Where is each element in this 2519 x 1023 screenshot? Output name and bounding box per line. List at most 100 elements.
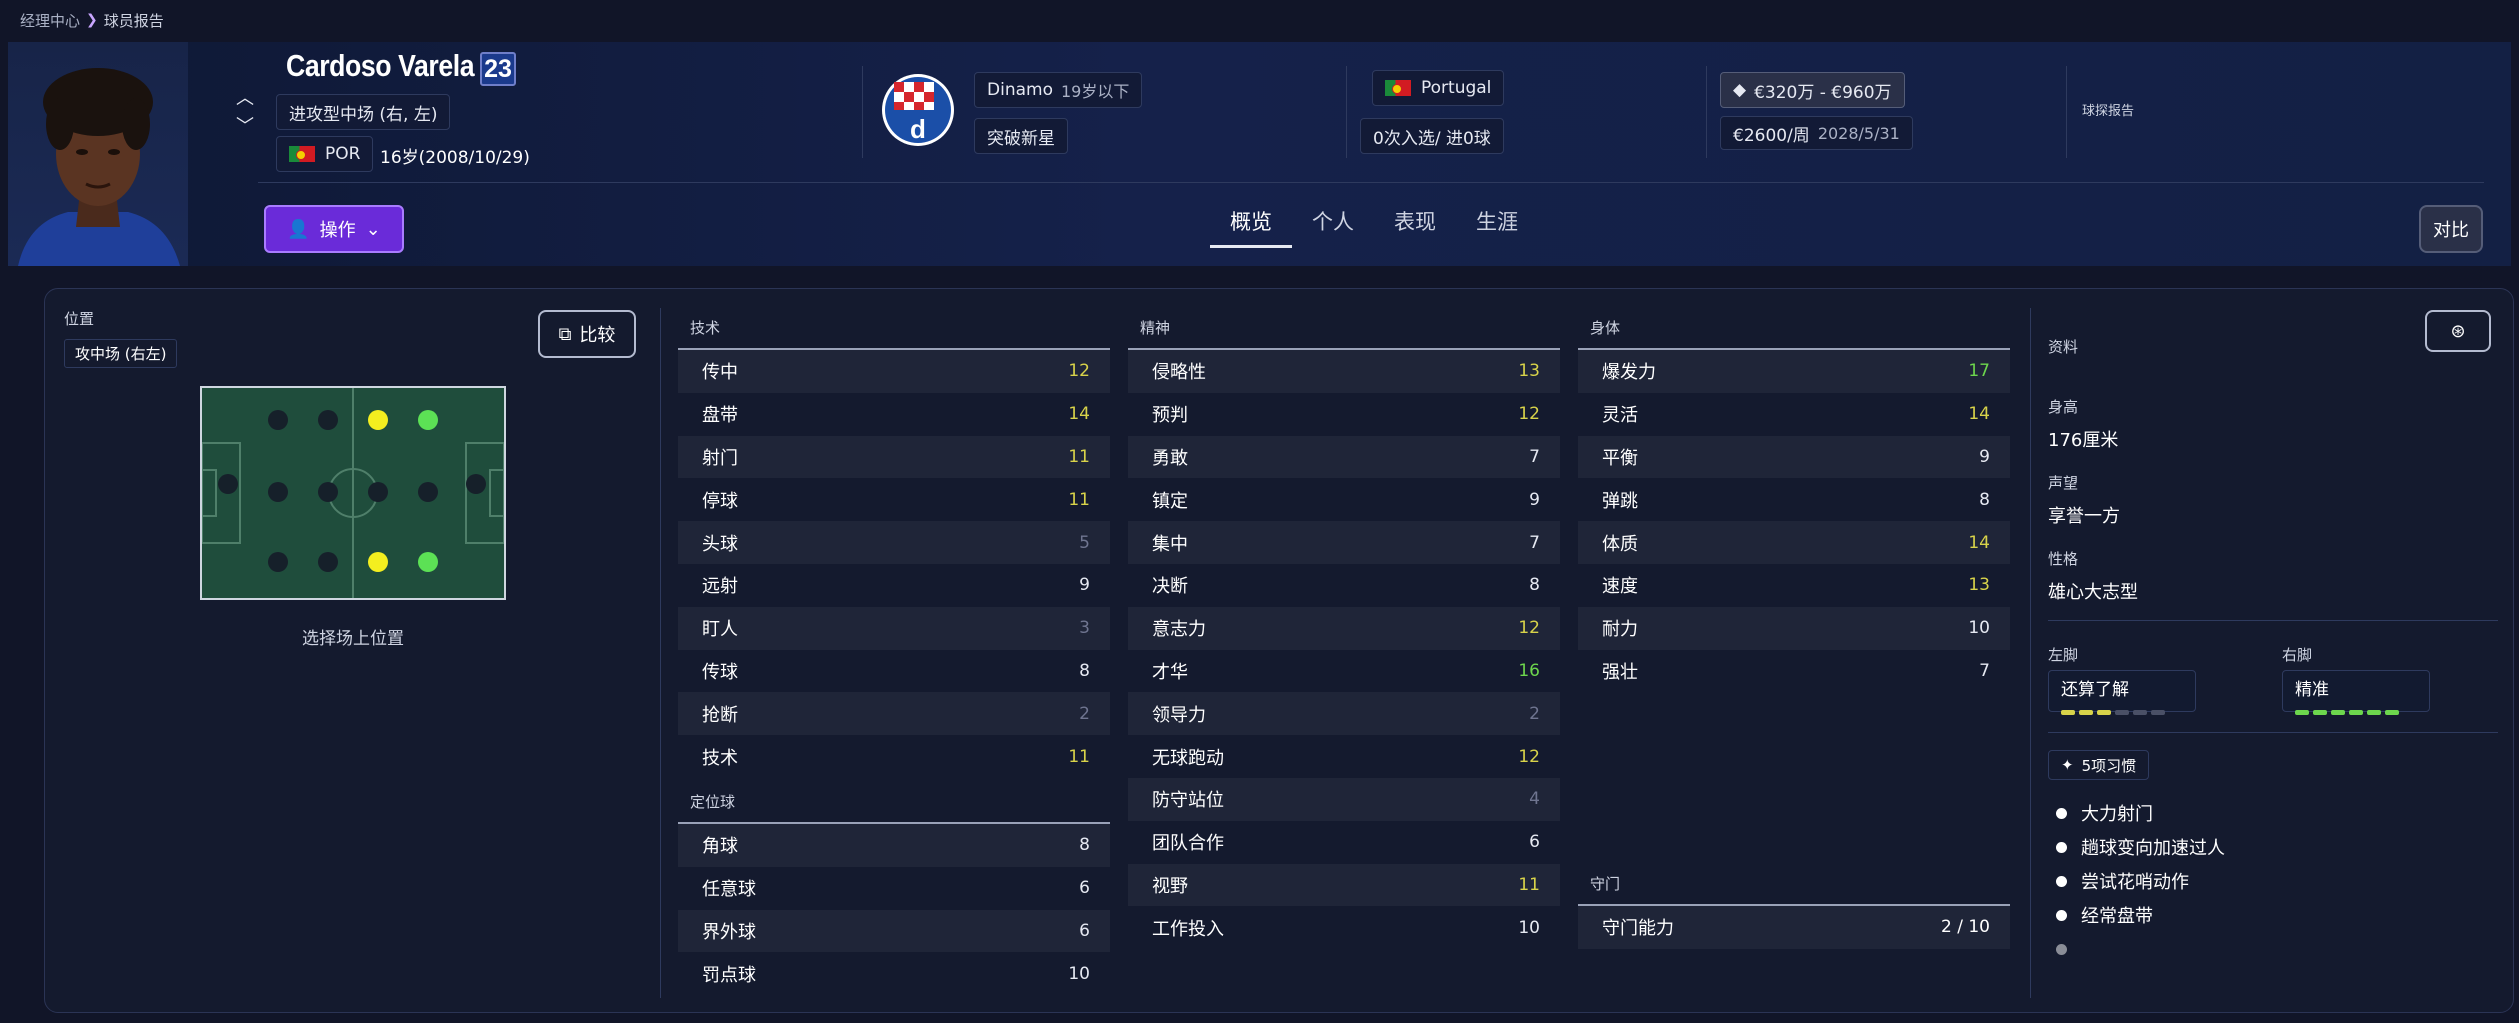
position-text: 进攻型中场 (右, 左) bbox=[289, 104, 438, 125]
attribute-value: 13 bbox=[1518, 361, 1540, 382]
pitch-slot[interactable] bbox=[466, 474, 486, 494]
attribute-name: 无球跑动 bbox=[1152, 747, 1224, 769]
attribute-value: 8 bbox=[1079, 660, 1090, 681]
attribute-row[interactable]: 界外球 6 bbox=[678, 909, 1110, 953]
pitch-slot[interactable] bbox=[268, 482, 288, 502]
attribute-row[interactable]: 意志力 12 bbox=[1128, 606, 1560, 650]
pitch-slot-accomplished[interactable] bbox=[418, 552, 438, 572]
pitch-slot[interactable] bbox=[318, 552, 338, 572]
height-label: 身高 bbox=[2048, 398, 2079, 416]
technical-heading: 技术 bbox=[678, 300, 1110, 350]
attribute-row[interactable]: 体质 14 bbox=[1578, 521, 2010, 564]
attribute-name: 防守站位 bbox=[1152, 790, 1224, 812]
attribute-row[interactable]: 耐力 10 bbox=[1578, 606, 2010, 650]
pitch-slot-accomplished[interactable] bbox=[418, 410, 438, 430]
pitch-slot[interactable] bbox=[318, 482, 338, 502]
squad-number: 23 bbox=[480, 52, 516, 86]
attribute-row[interactable]: 侵略性 13 bbox=[1128, 350, 1560, 393]
attribute-row[interactable]: 射门 11 bbox=[678, 435, 1110, 479]
attribute-name: 集中 bbox=[1152, 533, 1188, 555]
attribute-row[interactable]: 灵活 14 bbox=[1578, 393, 2010, 436]
divider bbox=[2066, 66, 2067, 158]
right-foot-rating: 精准 bbox=[2282, 670, 2430, 715]
attribute-row[interactable]: 速度 13 bbox=[1578, 564, 2010, 607]
left-foot-value: 还算了解 bbox=[2061, 680, 2129, 700]
goalkeeping-heading: 守门 bbox=[1578, 860, 2010, 906]
attribute-row[interactable]: 弹跳 8 bbox=[1578, 478, 2010, 521]
attribute-row[interactable]: 领导力 2 bbox=[1128, 692, 1560, 736]
divider bbox=[2048, 732, 2498, 733]
pitch-slot[interactable] bbox=[218, 474, 238, 494]
attribute-row[interactable]: 团队合作 6 bbox=[1128, 821, 1560, 864]
attribute-name: 远射 bbox=[702, 576, 738, 598]
value-chip[interactable]: ◆ €320万 - €960万 bbox=[1720, 72, 1905, 108]
breadcrumb-parent[interactable]: 经理中心 bbox=[20, 10, 80, 31]
foot-level-bar bbox=[2079, 710, 2093, 715]
attribute-row[interactable]: 传中 12 bbox=[678, 350, 1110, 393]
age-dob: 16岁(2008/10/29) bbox=[380, 148, 530, 168]
pitch-slot[interactable] bbox=[418, 482, 438, 502]
chevron-down-icon: ⌄ bbox=[365, 218, 381, 240]
attribute-row[interactable]: 防守站位 4 bbox=[1128, 777, 1560, 821]
habit-item: 经常盘带 bbox=[2048, 898, 2488, 932]
attribute-row[interactable]: 头球 5 bbox=[678, 521, 1110, 564]
tab-overview[interactable]: 概览 bbox=[1210, 200, 1292, 248]
tab-performance[interactable]: 表现 bbox=[1374, 200, 1456, 248]
attribute-row[interactable]: 传球 8 bbox=[678, 650, 1110, 693]
current-position-chip[interactable]: 攻中场 (右左) bbox=[64, 339, 178, 368]
attribute-row[interactable]: 镇定 9 bbox=[1128, 478, 1560, 521]
foot-level-bar bbox=[2295, 710, 2309, 715]
attribute-row[interactable]: 强壮 7 bbox=[1578, 650, 2010, 693]
previous-player-button[interactable]: ︿ bbox=[232, 84, 258, 110]
attribute-row[interactable]: 盘带 14 bbox=[678, 393, 1110, 436]
attribute-row[interactable]: 工作投入 10 bbox=[1128, 906, 1560, 949]
attribute-row[interactable]: 停球 11 bbox=[678, 478, 1110, 521]
attribute-row[interactable]: 勇敢 7 bbox=[1128, 435, 1560, 479]
tab-personal[interactable]: 个人 bbox=[1292, 200, 1374, 248]
attribute-row[interactable]: 守门能力 2 / 10 bbox=[1578, 906, 2010, 949]
actions-button[interactable]: 👤 操作 ⌄ bbox=[264, 205, 404, 253]
attribute-row[interactable]: 盯人 3 bbox=[678, 606, 1110, 650]
pitch-slot[interactable] bbox=[268, 410, 288, 430]
dinamo-crest-icon[interactable]: d bbox=[880, 72, 956, 148]
attribute-row[interactable]: 视野 11 bbox=[1128, 863, 1560, 907]
pitch-slot-natural[interactable] bbox=[368, 410, 388, 430]
pitch-slot[interactable] bbox=[318, 410, 338, 430]
nationality-chip[interactable]: POR bbox=[276, 136, 374, 172]
scout-report-link[interactable]: 球探报告 bbox=[2082, 100, 2134, 119]
attribute-row[interactable]: 平衡 9 bbox=[1578, 435, 2010, 479]
attribute-view-toggle-button[interactable]: ⊛ bbox=[2425, 310, 2491, 352]
pitch-slot[interactable] bbox=[268, 552, 288, 572]
pitch-slot[interactable] bbox=[368, 482, 388, 502]
attribute-row[interactable]: 任意球 6 bbox=[678, 867, 1110, 910]
pitch-slot-natural[interactable] bbox=[368, 552, 388, 572]
nation-chip[interactable]: Portugal bbox=[1372, 70, 1505, 106]
attribute-value: 4 bbox=[1529, 789, 1540, 810]
attribute-row[interactable]: 抢断 2 bbox=[678, 692, 1110, 736]
attribute-value: 10 bbox=[1518, 917, 1540, 938]
attribute-row[interactable]: 远射 9 bbox=[678, 564, 1110, 607]
attribute-row[interactable]: 决断 8 bbox=[1128, 564, 1560, 607]
position-pitch[interactable] bbox=[200, 386, 506, 600]
attribute-row[interactable]: 技术 11 bbox=[678, 735, 1110, 778]
attribute-row[interactable]: 无球跑动 12 bbox=[1128, 735, 1560, 778]
attribute-name: 视野 bbox=[1152, 875, 1188, 897]
club-chip[interactable]: Dinamo 19岁以下 bbox=[974, 72, 1143, 108]
attribute-row[interactable]: 才华 16 bbox=[1128, 650, 1560, 693]
attribute-row[interactable]: 预判 12 bbox=[1128, 393, 1560, 436]
attribute-row[interactable]: 爆发力 17 bbox=[1578, 350, 2010, 393]
svg-text:d: d bbox=[910, 114, 926, 144]
compare-player-button[interactable]: 对比 bbox=[2419, 205, 2483, 253]
attribute-row[interactable]: 罚点球 10 bbox=[678, 952, 1110, 995]
next-player-button[interactable]: ﹀ bbox=[232, 112, 258, 138]
nation-code: POR bbox=[325, 144, 361, 164]
attribute-row[interactable]: 角球 8 bbox=[678, 823, 1110, 867]
position-compare-button[interactable]: ⧉ 比较 bbox=[538, 310, 636, 358]
foot-level-bar bbox=[2385, 710, 2399, 715]
attribute-value: 11 bbox=[1068, 746, 1090, 767]
attribute-value: 7 bbox=[1529, 446, 1540, 467]
club-name: Dinamo bbox=[987, 80, 1053, 100]
tab-career[interactable]: 生涯 bbox=[1456, 200, 1538, 248]
attribute-row[interactable]: 集中 7 bbox=[1128, 521, 1560, 564]
habits-chip[interactable]: ✦ 5项习惯 bbox=[2048, 750, 2150, 780]
